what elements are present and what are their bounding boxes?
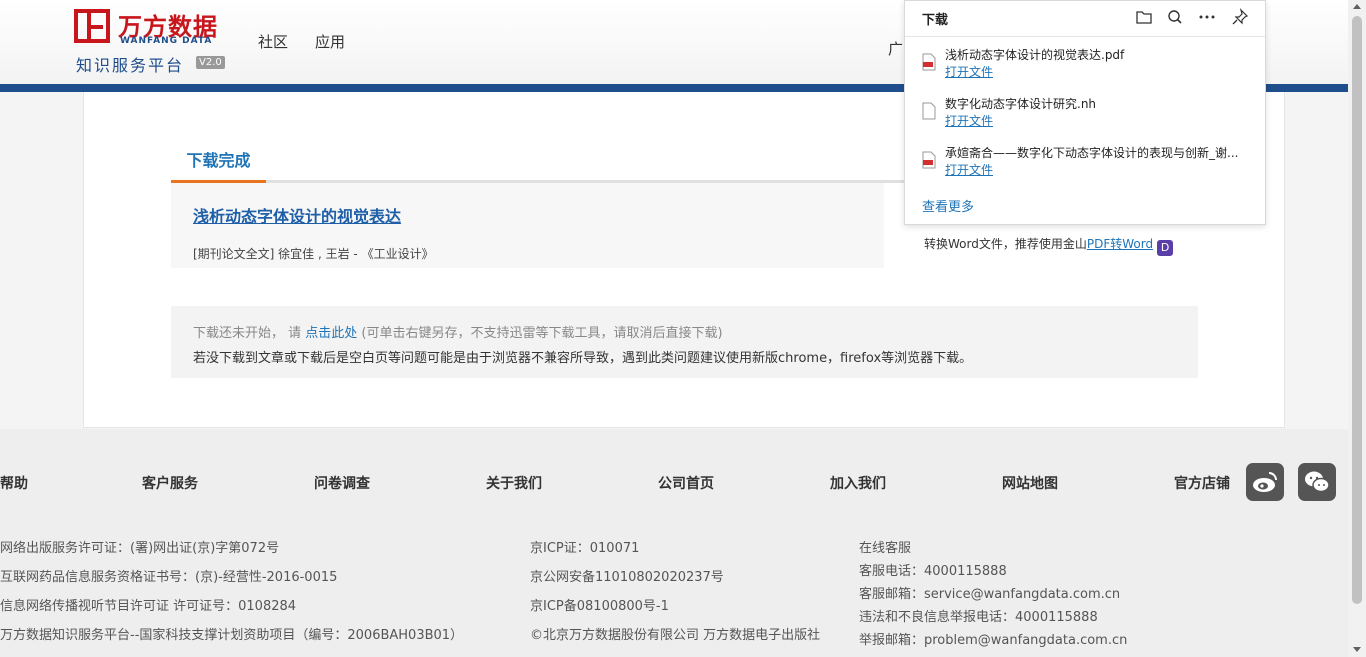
footer-link-company[interactable]: 公司首页 [658, 473, 714, 493]
logo-mark-icon [74, 9, 110, 43]
wechat-icon[interactable] [1298, 463, 1336, 501]
download-file-name: 数字化动态字体设计研究.nh [945, 97, 1097, 111]
pdf-file-icon [922, 53, 936, 71]
scroll-down-arrow-icon[interactable] [1353, 647, 1361, 652]
open-file-link[interactable]: 打开文件 [945, 161, 993, 178]
open-file-link[interactable]: 打开文件 [945, 112, 993, 129]
panel-divider [905, 36, 1265, 37]
notice-prefix: 下载还未开始， 请 [193, 326, 306, 341]
page-scrollbar[interactable] [1348, 0, 1366, 657]
online-service-link[interactable]: 在线客服 [859, 537, 911, 556]
footer-link-join[interactable]: 加入我们 [830, 473, 886, 493]
contact-line: 违法和不良信息举报电话：4000115888 [859, 610, 1098, 625]
footer-link-customer-service[interactable]: 客户服务 [142, 473, 198, 493]
icp-line: 京ICP备08100800号-1 [530, 599, 669, 614]
article-meta: [期刊论文全文] 徐宜佳 , 王岩 - 《工业设计》 [193, 247, 434, 261]
license-line: 万方数据知识服务平台--国家科技支撑计划资助项目（编号：2006BAH03B01… [0, 628, 464, 643]
notice-suffix: (可单击右键另存，不支持迅雷等下载工具，请取消后直接下载) [357, 326, 723, 341]
footer-link-about[interactable]: 关于我们 [486, 473, 542, 493]
nav-apps[interactable]: 应用 [315, 31, 345, 52]
license-line: 信息网络传播视听节目许可证 许可证号：0108284 [0, 599, 297, 614]
footer-link-sitemap[interactable]: 网站地图 [1002, 473, 1058, 493]
see-more-link[interactable]: 查看更多 [922, 196, 974, 215]
download-item[interactable]: 承媗斋合——数字化下动态字体设计的表现与创新_谢... 打开文件 [905, 144, 1265, 188]
generic-file-icon [922, 102, 936, 120]
footer-link-help[interactable]: 帮助 [0, 473, 28, 493]
license-line: 网络出版服务许可证：(署)网出证(京)字第072号 [0, 541, 280, 556]
downloads-title: 下载 [922, 13, 949, 28]
search-icon[interactable] [1165, 7, 1185, 27]
contact-line: 客服邮箱：service@wanfangdata.com.cn [859, 587, 1121, 602]
downloads-panel: 下载 浅析动态字体设计的视觉表达.pdf 打开文件 数字化动态字体设计研究.nh… [904, 0, 1266, 225]
site-footer: 帮助 客户服务 问卷调查 关于我们 公司首页 加入我们 网站地图 官方店铺 网络… [0, 429, 1348, 657]
download-file-name: 承媗斋合——数字化下动态字体设计的表现与创新_谢... [945, 146, 1239, 160]
notice-line-2: 若没下载到文章或下载后是空白页等问题可能是由于浏览器不兼容所导致，遇到此类问题建… [193, 351, 973, 366]
download-item[interactable]: 数字化动态字体设计研究.nh 打开文件 [905, 95, 1265, 139]
notice-line-1: 下载还未开始， 请 点击此处 (可单击右键另存，不支持迅雷等下载工具，请取消后直… [193, 322, 723, 341]
article-title-link[interactable]: 浅析动态字体设计的视觉表达 [193, 203, 401, 227]
license-line: 互联网药品信息服务资格证书号：(京)-经营性-2016-0015 [0, 570, 338, 585]
open-file-link[interactable]: 打开文件 [945, 63, 993, 80]
download-notice: 下载还未开始， 请 点击此处 (可单击右键另存，不支持迅雷等下载工具，请取消后直… [171, 306, 1198, 378]
icp-line: 京ICP证：010071 [530, 541, 640, 556]
tab-download-complete[interactable]: 下载完成 [171, 143, 266, 183]
pdf-to-word-link[interactable]: PDF转Word [1087, 237, 1153, 251]
word-convert-text: 转换Word文件，推荐使用金山 [924, 237, 1087, 251]
footer-link-store[interactable]: 官方店铺 [1174, 473, 1230, 493]
scroll-thumb[interactable] [1352, 16, 1362, 604]
weibo-icon[interactable] [1246, 463, 1284, 501]
logo-text-en: WANFANG DATA [120, 36, 213, 46]
nav-item-partial[interactable]: 广 [888, 38, 903, 59]
word-convert-line: 转换Word文件，推荐使用金山PDF转Word D [924, 235, 1174, 256]
copyright: ©北京万方数据股份有限公司 万方数据电子出版社 [530, 628, 821, 643]
open-folder-icon[interactable] [1134, 7, 1154, 27]
platform-name: 知识服务平台 [76, 56, 185, 75]
download-item[interactable]: 浅析动态字体设计的视觉表达.pdf 打开文件 [905, 46, 1265, 90]
scroll-up-arrow-icon[interactable] [1353, 4, 1361, 9]
download-file-name: 浅析动态字体设计的视觉表达.pdf [945, 48, 1125, 62]
tab-label: 下载完成 [186, 151, 251, 170]
kingsoft-pdf-icon[interactable]: D [1157, 240, 1174, 256]
click-here-link[interactable]: 点击此处 [305, 326, 357, 341]
pdf-file-icon [922, 151, 936, 169]
pin-icon[interactable] [1230, 7, 1250, 27]
contact-line: 举报邮箱：problem@wanfangdata.com.cn [859, 633, 1128, 648]
version-badge: V2.0 [196, 56, 225, 69]
icp-line: 京公网安备11010802020237号 [530, 570, 724, 585]
footer-link-survey[interactable]: 问卷调查 [314, 473, 370, 493]
nav-community[interactable]: 社区 [258, 31, 288, 52]
more-options-icon[interactable] [1197, 7, 1217, 27]
contact-line: 客服电话：4000115888 [859, 564, 1007, 579]
